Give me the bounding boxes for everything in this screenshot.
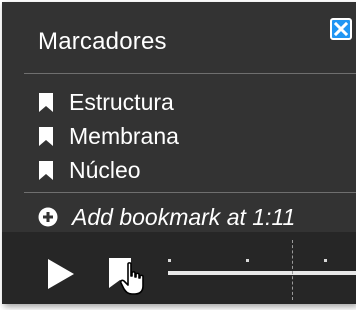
bookmark-item-estructura[interactable]: Estructura [38,85,179,119]
bookmarks-panel: Marcadores Estructura Membrana Núcleo Ad… [2,2,356,232]
bookmark-item-nucleo[interactable]: Núcleo [38,153,179,187]
add-bookmark-button[interactable]: Add bookmark at 1:11 [38,200,295,234]
timeline-track[interactable] [168,271,356,275]
bookmark-icon [38,160,54,181]
player-controls [2,232,356,304]
panel-title: Marcadores [38,28,167,55]
bookmark-list: Estructura Membrana Núcleo [38,85,179,187]
timeline-tick [168,259,171,262]
play-button[interactable] [47,258,75,295]
timeline-playhead[interactable] [292,240,293,300]
title-divider [24,73,356,74]
timeline-tick [324,259,327,262]
hand-pointer-icon [120,262,144,295]
play-icon [48,259,74,289]
bookmark-label: Estructura [69,88,174,115]
bookmark-label: Núcleo [69,156,141,183]
plus-circle-icon [38,207,58,227]
add-divider [24,192,356,193]
bookmark-icon [38,92,54,113]
close-x-icon [334,22,348,36]
bookmark-label: Membrana [69,122,179,149]
add-bookmark-label: Add bookmark at 1:11 [72,203,296,230]
bookmark-icon [38,126,54,147]
close-button[interactable] [330,18,352,40]
bookmark-item-membrana[interactable]: Membrana [38,119,179,153]
timeline-tick [246,259,249,262]
bookmarks-popup: Marcadores Estructura Membrana Núcleo Ad… [2,2,356,304]
